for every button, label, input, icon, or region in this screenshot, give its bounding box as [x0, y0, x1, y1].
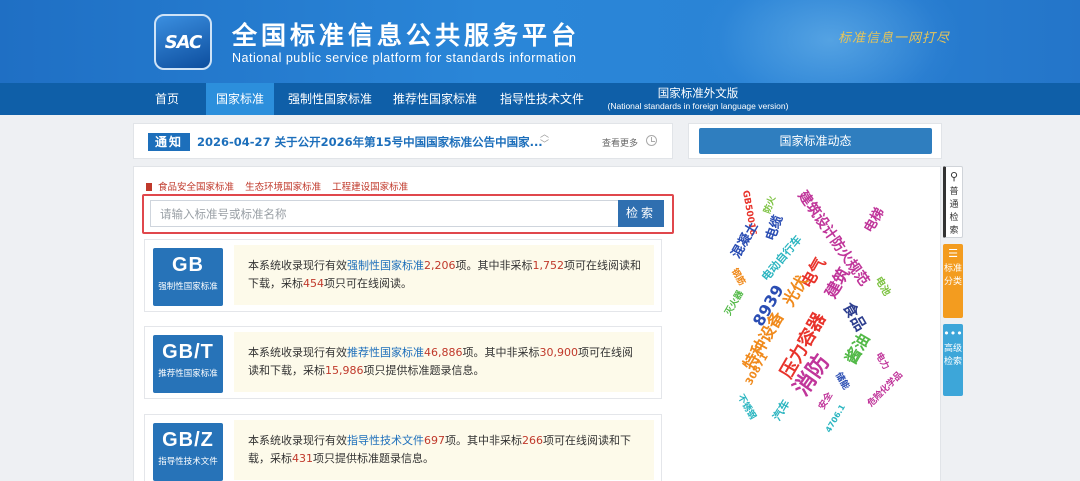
slogan: 标准信息一网打尽	[838, 31, 951, 46]
quick-link-eco[interactable]: 生态环境国家标准	[245, 182, 321, 193]
nav-mandatory-standards[interactable]: 强制性国家标准	[282, 83, 378, 115]
nav-national-standards[interactable]: 国家标准	[206, 83, 274, 115]
view-more-link[interactable]: 查看更多	[602, 136, 638, 149]
dots-icon: •••	[943, 327, 963, 340]
notice-text[interactable]: 2026-04-27 关于公开2026年第15号中国国家标准公告中国家...	[197, 134, 543, 150]
quick-links: 食品安全国家标准 生态环境国家标准 工程建设国家标准	[146, 179, 416, 193]
gbz-badge[interactable]: GB/Z 指导性技术文件	[153, 423, 223, 481]
nav-guidance-documents[interactable]: 指导性技术文件	[492, 83, 592, 115]
gbz-description: 本系统收录现行有效指导性技术文件697项。其中非采标266项可在线阅读和下载，采…	[234, 420, 654, 480]
tab-basic-search[interactable]: ⚲ 普通检索	[943, 166, 963, 238]
nav-home[interactable]: 首页	[140, 83, 194, 115]
tag-word[interactable]: 混凝土	[726, 218, 761, 261]
gb-badge[interactable]: GB 强制性国家标准	[153, 248, 223, 306]
nav-recommended-standards[interactable]: 推荐性国家标准	[386, 83, 484, 115]
tag-word[interactable]: 电池	[873, 273, 896, 298]
sac-logo[interactable]: SAC	[154, 14, 212, 70]
gbt-description: 本系统收录现行有效推荐性国家标准46,886项。其中非采标30,900项可在线阅…	[234, 332, 654, 392]
nav-foreign-language[interactable]: 国家标准外文版 (National standards in foreign l…	[600, 86, 796, 112]
quick-link-construction[interactable]: 工程建设国家标准	[332, 182, 408, 193]
tag-word[interactable]: 钢筋	[729, 265, 749, 288]
gbz-card[interactable]: GB/Z 指导性技术文件 本系统收录现行有效指导性技术文件697项。其中非采标2…	[144, 414, 662, 481]
notice-bar: 通知 2026-04-27 关于公开2026年第15号中国国家标准公告中国家..…	[133, 123, 673, 159]
tag-word[interactable]: 安全	[815, 389, 835, 412]
gbt-badge[interactable]: GB/T 推荐性国家标准	[153, 335, 223, 393]
search-box: 检索	[142, 194, 674, 234]
bookmark-icon	[146, 183, 152, 191]
site-header: SAC 全国标准信息公共服务平台 National public service…	[0, 0, 1080, 83]
tag-word[interactable]: 电力	[873, 349, 893, 372]
tag-cloud: GB50016 防火 建筑设计防火规范 电梯 混凝土 电缆 电动自行车 电气 钢…	[690, 178, 920, 438]
quick-link-food[interactable]: 食品安全国家标准	[158, 182, 234, 193]
notice-tag: 通知	[148, 133, 190, 151]
main-nav: 首页 国家标准 强制性国家标准 推荐性国家标准 指导性技术文件 国家标准外文版 …	[0, 83, 1080, 115]
tag-word[interactable]: 电梯	[858, 203, 888, 235]
list-icon: ☰	[948, 247, 958, 260]
search-input[interactable]	[150, 200, 624, 227]
clock-icon	[646, 135, 657, 146]
site-title-en: National public service platform for sta…	[232, 51, 577, 65]
search-button[interactable]: 检索	[618, 200, 664, 227]
tag-word[interactable]: 储能	[833, 369, 853, 392]
tab-advanced-search[interactable]: ••• 高级检索	[943, 324, 963, 396]
gbt-card[interactable]: GB/T 推荐性国家标准 本系统收录现行有效推荐性国家标准46,886项。其中非…	[144, 326, 662, 399]
standards-news-panel: 国家标准动态	[688, 123, 942, 159]
standards-news-button[interactable]: 国家标准动态	[699, 128, 932, 154]
tag-word[interactable]: 电缆	[760, 212, 786, 243]
tab-standard-classification[interactable]: ☰ 标准分类	[943, 244, 963, 318]
gb-card[interactable]: GB 强制性国家标准 本系统收录现行有效强制性国家标准2,206项。其中非采标1…	[144, 239, 662, 312]
gb-description: 本系统收录现行有效强制性国家标准2,206项。其中非采标1,752项可在线阅读和…	[234, 245, 654, 305]
tag-word[interactable]: 危险化学品	[864, 368, 905, 409]
tag-word[interactable]: 灭火器	[721, 288, 746, 317]
site-title-cn: 全国标准信息公共服务平台	[232, 21, 581, 50]
scroll-arrows-icon[interactable]: ︿ ﹀	[540, 130, 549, 150]
tag-word[interactable]: 不锈钢	[735, 392, 760, 421]
tag-word[interactable]: 汽车	[769, 396, 794, 423]
tag-word[interactable]: 酱油	[838, 328, 875, 368]
search-icon: ⚲	[949, 170, 959, 183]
